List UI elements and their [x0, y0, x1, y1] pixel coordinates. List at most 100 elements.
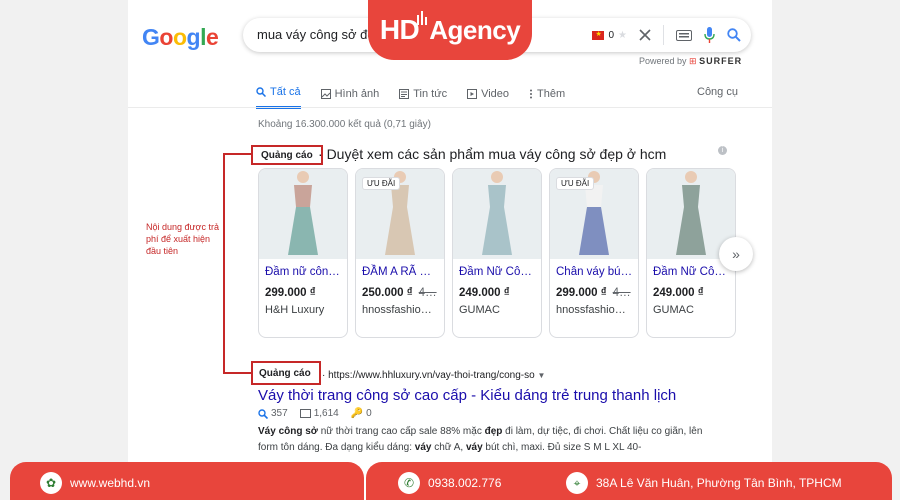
keyword-highlight: váy [414, 442, 432, 453]
language-flag[interactable]: 0 ★ [592, 30, 627, 41]
tab-label: Tin tức [413, 87, 448, 100]
powered-by-surfer: Powered by ⊞ SURFER [639, 56, 743, 66]
ad-title-link[interactable]: Váy thời trang công sở cao cấp - Kiểu dá… [258, 387, 676, 404]
product-price: 249.000 ₫ [453, 278, 541, 299]
price-value: 249.000 ₫ [653, 287, 704, 299]
key-icon: 🔑 [350, 408, 364, 419]
tab-3[interactable]: Video [467, 86, 509, 109]
info-icon[interactable]: i [718, 146, 727, 155]
tab-4[interactable]: Thêm [529, 86, 565, 109]
logo-mark-icon [417, 11, 428, 25]
description-text: chữ A, [431, 442, 466, 453]
comment-icon [299, 409, 311, 418]
product-price: 249.000 ₫ [647, 278, 735, 299]
dress-figure [482, 171, 512, 255]
product-image[interactable]: ƯU ĐÃI [550, 169, 638, 259]
keyword-highlight: đẹp [484, 426, 503, 437]
location-pin-icon: ⌖ [566, 472, 588, 494]
product-card[interactable]: Đầm Nữ Cô… 249.000 ₫ GUMAC [452, 168, 542, 338]
tab-divider [128, 107, 772, 108]
footer-address[interactable]: ⌖ 38A Lê Văn Huân, Phường Tân Bình, TPHC… [566, 472, 842, 494]
product-card[interactable]: Đầm nữ côn… 299.000 ₫ H&H Luxury [258, 168, 348, 338]
vietnam-flag-icon [592, 30, 605, 40]
product-card[interactable]: ƯU ĐÃI Chân váy bú… 299.000 ₫ 4… hnossfashio… [549, 168, 639, 338]
result-stats: Khoảng 16.300.000 kết quả (0,71 giây) [258, 119, 431, 130]
keyword-highlight: Váy công sở [258, 426, 318, 437]
more-icon [529, 89, 533, 99]
discount-badge: ƯU ĐÃI [362, 177, 401, 190]
old-price: 4… [612, 287, 631, 299]
old-price: 4… [418, 287, 437, 299]
annotation-bracket [223, 153, 225, 374]
globe-icon: ✿ [40, 472, 62, 494]
merchant-name: H&H Luxury [265, 304, 325, 316]
shopping-ad-heading: · Duyệt xem các sản phẩm mua váy công sở… [318, 146, 667, 162]
discount-badge: ƯU ĐÃI [556, 177, 595, 190]
description-text: nữ thời trang cao cấp sale 88% mặc [317, 426, 485, 437]
ad-description: Váy công sở nữ thời trang cao cấp sale 8… [258, 424, 708, 456]
keyword-highlight: váy [465, 442, 483, 453]
product-price: 299.000 ₫ [259, 278, 347, 299]
ad-url[interactable]: · https://www.hhluxury.vn/vay-thoi-trang… [322, 370, 545, 381]
annotation-bracket-top [223, 153, 251, 155]
dress-figure [676, 171, 706, 255]
product-price: 299.000 ₫ 4… [550, 278, 638, 299]
search-icon [256, 87, 266, 97]
product-title[interactable]: Chân váy bú… [550, 259, 638, 278]
stat-comments: 1,614 [299, 408, 339, 419]
search-icon[interactable] [727, 28, 741, 42]
merchant-name: hnossfashio… [362, 304, 432, 316]
tab-2[interactable]: Tin tức [399, 86, 447, 109]
product-image[interactable] [259, 169, 347, 259]
image-icon [320, 88, 331, 99]
microphone-icon[interactable] [704, 27, 715, 43]
merchant-name: hnossfashio… [556, 304, 626, 316]
tab-label: Tất cả [270, 86, 301, 98]
price-value: 249.000 ₫ [459, 287, 510, 299]
footer-phone[interactable]: ✆ 0938.002.776 [398, 472, 501, 494]
product-title[interactable]: ĐẦM A RÃ … [356, 259, 444, 278]
price-value: 250.000 ₫ [362, 287, 413, 299]
product-image[interactable] [453, 169, 541, 259]
product-price: 250.000 ₫ 4… [356, 278, 444, 299]
tab-1[interactable]: Hình ảnh [320, 86, 380, 109]
star-icon: ★ [618, 29, 627, 41]
dress-figure [288, 171, 318, 255]
merchant-name: GUMAC [459, 304, 500, 316]
video-icon [467, 88, 478, 99]
clear-icon[interactable] [639, 29, 651, 41]
news-icon [399, 88, 410, 99]
stat-views: 357 [258, 408, 288, 419]
merchant-name: GUMAC [653, 304, 694, 316]
phone-icon: ✆ [398, 472, 420, 494]
annotation-note: Nội dung được trả phí để xuất hiện đầu t… [146, 222, 219, 256]
hd-agency-logo: HD Agency [368, 0, 532, 60]
search-tabs: Tất cả Hình ảnh Tin tức Video Thêm [256, 86, 565, 109]
search-input[interactable]: mua váy công sở đẹp [257, 27, 382, 42]
google-logo[interactable]: Google [142, 24, 219, 51]
tab-label: Hình ảnh [334, 87, 380, 100]
tab-label: Thêm [537, 87, 566, 100]
price-value: 299.000 ₫ [265, 287, 316, 299]
product-card[interactable]: ƯU ĐÃI ĐẦM A RÃ … 250.000 ₫ 4… hnossfashio… [355, 168, 445, 338]
google-logo-letter: o [172, 24, 187, 50]
product-title[interactable]: Đầm Nữ Cô… [453, 259, 541, 278]
surfer-logo-icon: ⊞ [689, 56, 697, 66]
google-logo-letter: G [142, 24, 160, 50]
dropdown-arrow-icon[interactable]: ▼ [537, 371, 545, 380]
google-logo-letter: o [159, 24, 173, 50]
tools-button[interactable]: Công cụ [697, 86, 738, 98]
footer-website[interactable]: ✿ www.webhd.vn [40, 472, 150, 494]
product-title[interactable]: Đầm nữ côn… [259, 259, 347, 278]
google-logo-letter: e [205, 24, 219, 50]
annotation-bracket-bottom [223, 372, 251, 374]
tab-0[interactable]: Tất cả [256, 86, 301, 109]
price-value: 299.000 ₫ [556, 287, 607, 299]
next-products-button[interactable]: » [719, 237, 753, 271]
product-image[interactable]: ƯU ĐÃI [356, 169, 444, 259]
description-text: bút chì, maxi. Đủ size S M L XL 40- [482, 442, 642, 453]
google-logo-letter: g [186, 24, 201, 50]
stat-keys: 🔑 0 [350, 408, 372, 419]
keyboard-icon[interactable] [676, 29, 692, 41]
ad-stats: 357 1,614 🔑 0 [258, 408, 372, 419]
